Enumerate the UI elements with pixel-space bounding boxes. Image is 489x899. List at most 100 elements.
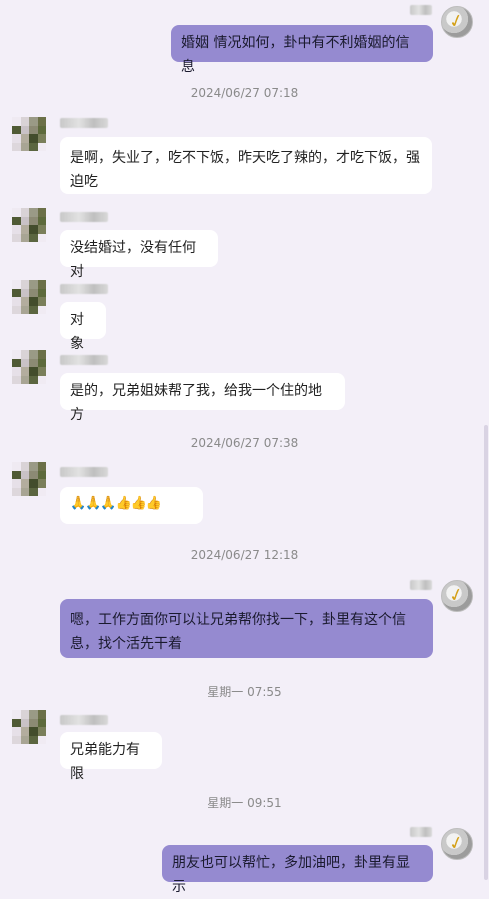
message-bubble-outgoing[interactable]: 婚姻 情况如何，卦中有不利婚姻的信息 bbox=[171, 25, 433, 75]
avatar-contact-icon-pixel bbox=[37, 216, 46, 225]
message-bubble-outgoing[interactable]: 嗯，工作方面你可以让兄弟帮你找一下，卦里有这个信息，找个活先干着 bbox=[60, 599, 433, 658]
avatar-contact-icon-pixel bbox=[20, 462, 29, 471]
avatar-contact-icon-pixel bbox=[12, 216, 21, 225]
avatar-contact-icon-pixel bbox=[29, 280, 38, 289]
avatar-contact-icon-pixel bbox=[37, 718, 46, 727]
contact-avatar[interactable] bbox=[12, 462, 46, 496]
avatar-contact-icon-pixel bbox=[37, 479, 46, 488]
message-bubble-incoming[interactable]: 兄弟能力有限 bbox=[60, 732, 162, 782]
avatar-contact-icon-pixel bbox=[12, 735, 21, 744]
avatar-contact-icon-pixel bbox=[12, 350, 21, 359]
chat-panel[interactable]: ✓ 婚姻 情况如何，卦中有不利婚姻的信息 2024/06/27 07:18 是啊… bbox=[0, 0, 489, 895]
contact-avatar[interactable] bbox=[12, 350, 46, 384]
avatar-contact-icon-pixel bbox=[20, 297, 29, 306]
scrollbar[interactable] bbox=[484, 425, 488, 880]
avatar-contact-icon-pixel bbox=[29, 233, 38, 242]
avatar-contact-icon-pixel bbox=[20, 470, 29, 479]
message-bubble-incoming[interactable]: 🙏🙏🙏👍👍👍 bbox=[60, 487, 203, 524]
avatar-contact-icon-pixel bbox=[20, 225, 29, 234]
avatar-contact-icon-pixel bbox=[20, 125, 29, 134]
avatar-contact-icon-pixel bbox=[37, 288, 46, 297]
avatar-contact-icon-pixel bbox=[12, 470, 21, 479]
avatar-contact-icon-pixel bbox=[29, 297, 38, 306]
avatar-contact-icon-pixel bbox=[37, 117, 46, 126]
timestamp: 星期一 07:55 bbox=[207, 685, 282, 699]
avatar-contact-icon-pixel bbox=[20, 208, 29, 217]
contact-avatar[interactable] bbox=[12, 710, 46, 744]
avatar-contact-icon-pixel bbox=[29, 735, 38, 744]
avatar-contact-icon-pixel bbox=[29, 479, 38, 488]
avatar-contact-icon-pixel bbox=[12, 358, 21, 367]
avatar-contact-icon-pixel bbox=[29, 375, 38, 384]
self-name bbox=[410, 580, 432, 590]
self-name bbox=[410, 5, 432, 15]
avatar-contact-icon-pixel bbox=[37, 142, 46, 151]
avatar-contact-icon-pixel bbox=[29, 470, 38, 479]
avatar-contact-icon-pixel bbox=[29, 350, 38, 359]
self-avatar[interactable]: ✓ bbox=[441, 580, 473, 612]
avatar-contact-icon-pixel bbox=[12, 233, 21, 242]
avatar-contact-icon-pixel bbox=[37, 462, 46, 471]
avatar-contact-icon-pixel bbox=[37, 350, 46, 359]
avatar-contact-icon-pixel bbox=[12, 727, 21, 736]
avatar-contact-icon-pixel bbox=[37, 225, 46, 234]
avatar-contact-icon-pixel bbox=[20, 367, 29, 376]
avatar-contact-icon-pixel bbox=[12, 208, 21, 217]
contact-avatar[interactable] bbox=[12, 280, 46, 314]
avatar-contact-icon-pixel bbox=[20, 142, 29, 151]
avatar-contact-icon-pixel bbox=[20, 718, 29, 727]
contact-avatar[interactable] bbox=[12, 117, 46, 151]
avatar-contact-icon-pixel bbox=[29, 462, 38, 471]
avatar-contact-icon-pixel bbox=[29, 367, 38, 376]
avatar-contact-icon-pixel bbox=[37, 470, 46, 479]
avatar-contact-icon-pixel bbox=[12, 375, 21, 384]
avatar-contact-icon-pixel bbox=[29, 487, 38, 496]
message-bubble-incoming[interactable]: 是啊，失业了，吃不下饭，昨天吃了辣的，才吃下饭，强迫吃 bbox=[60, 137, 432, 194]
avatar-contact-icon-pixel bbox=[20, 375, 29, 384]
contact-name bbox=[60, 118, 108, 128]
avatar-self-icon: ✓ bbox=[446, 831, 467, 856]
avatar-contact-icon-pixel bbox=[12, 718, 21, 727]
avatar-contact-icon-pixel bbox=[20, 117, 29, 126]
avatar-contact-icon-pixel bbox=[29, 216, 38, 225]
contact-name bbox=[60, 467, 108, 477]
message-bubble-incoming[interactable]: 没结婚过，没有任何对 bbox=[60, 230, 218, 280]
contact-name bbox=[60, 715, 108, 725]
message-bubble-incoming[interactable]: 是的，兄弟姐妹帮了我，给我一个住的地方 bbox=[60, 373, 345, 423]
message-bubble-incoming[interactable]: 对象 bbox=[60, 302, 106, 352]
avatar-contact-icon-pixel bbox=[20, 233, 29, 242]
avatar-contact-icon-pixel bbox=[29, 358, 38, 367]
avatar-contact-icon-pixel bbox=[20, 350, 29, 359]
avatar-contact-icon-pixel bbox=[37, 297, 46, 306]
avatar-contact-icon-pixel bbox=[20, 305, 29, 314]
avatar-contact-icon-pixel bbox=[20, 358, 29, 367]
avatar-contact-icon-pixel bbox=[12, 117, 21, 126]
avatar-contact-icon-pixel bbox=[29, 305, 38, 314]
avatar-contact-icon-pixel bbox=[37, 375, 46, 384]
avatar-contact-icon-pixel bbox=[29, 117, 38, 126]
message-bubble-outgoing[interactable]: 朋友也可以帮忙，多加油吧，卦里有显示 bbox=[162, 845, 433, 895]
avatar-contact-icon-pixel bbox=[37, 358, 46, 367]
avatar-contact-icon-pixel bbox=[12, 125, 21, 134]
avatar-contact-icon-pixel bbox=[12, 710, 21, 719]
avatar-contact-icon-pixel bbox=[37, 208, 46, 217]
avatar-contact-icon-pixel bbox=[29, 718, 38, 727]
avatar-contact-icon-pixel bbox=[20, 479, 29, 488]
avatar-contact-icon-pixel bbox=[29, 288, 38, 297]
avatar-contact-icon-pixel bbox=[37, 134, 46, 143]
avatar-contact-icon-pixel bbox=[12, 134, 21, 143]
avatar-contact-icon-pixel bbox=[29, 125, 38, 134]
avatar-contact-icon-pixel bbox=[12, 479, 21, 488]
avatar-contact-icon-pixel bbox=[20, 216, 29, 225]
timestamp: 星期一 09:51 bbox=[207, 796, 282, 810]
self-avatar[interactable]: ✓ bbox=[441, 6, 473, 38]
avatar-contact-icon-pixel bbox=[29, 710, 38, 719]
avatar-contact-icon-pixel bbox=[20, 288, 29, 297]
avatar-contact-icon-pixel bbox=[37, 305, 46, 314]
contact-avatar[interactable] bbox=[12, 208, 46, 242]
avatar-contact-icon-pixel bbox=[29, 727, 38, 736]
avatar-contact-icon-pixel bbox=[12, 305, 21, 314]
avatar-contact-icon-pixel bbox=[37, 727, 46, 736]
avatar-contact-icon-pixel bbox=[37, 280, 46, 289]
self-avatar[interactable]: ✓ bbox=[441, 828, 473, 860]
